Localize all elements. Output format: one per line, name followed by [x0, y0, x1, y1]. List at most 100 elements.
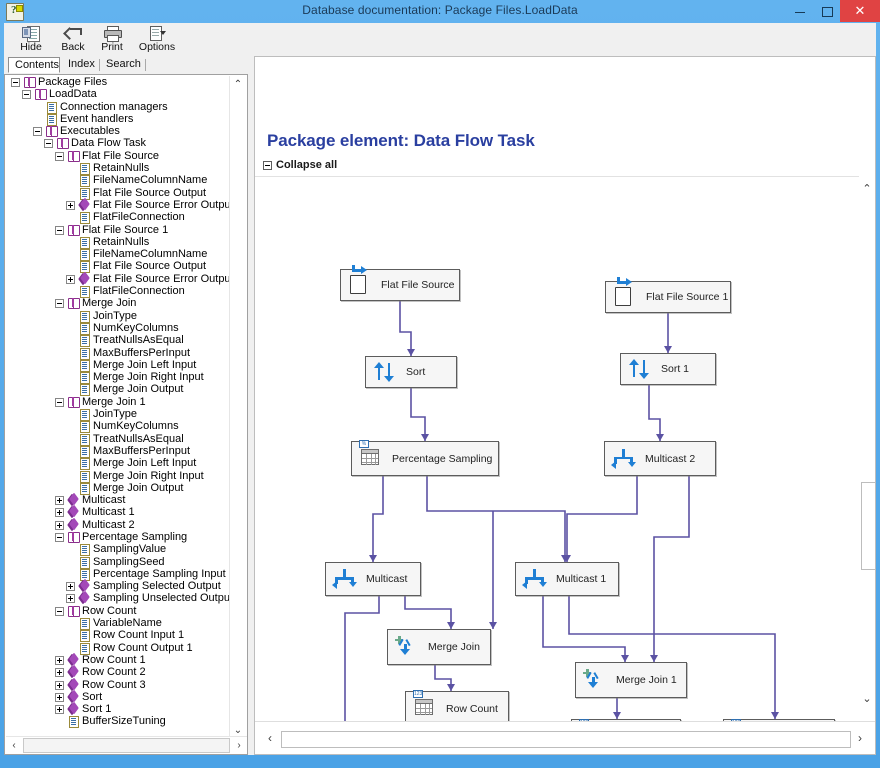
tree-item[interactable]: Connection managers: [6, 101, 231, 113]
options-button[interactable]: Options: [128, 24, 186, 55]
tree-expander-plus-icon[interactable]: [55, 705, 64, 714]
content-vertical-scrollbar[interactable]: ⌃ ⌄: [859, 57, 875, 717]
tree-item[interactable]: FileNameColumnName: [6, 174, 231, 186]
tree-item[interactable]: JoinType: [6, 408, 231, 420]
tree-scroll-up-icon[interactable]: ⌃: [230, 76, 246, 92]
close-button[interactable]: ✕: [840, 0, 880, 22]
tree-vertical-scrollbar[interactable]: ⌃ ⌄: [229, 76, 246, 738]
tree-scroll-right-icon[interactable]: ›: [231, 737, 247, 753]
tree-expander-minus-icon[interactable]: [55, 299, 64, 308]
diagram-node-percentage-sampling[interactable]: %Percentage Sampling: [351, 441, 499, 476]
tree-expander-minus-icon[interactable]: [44, 139, 53, 148]
tree-expander-plus-icon[interactable]: [66, 201, 75, 210]
tree-item[interactable]: RetainNulls: [6, 236, 231, 248]
tree-expander-plus-icon[interactable]: [55, 681, 64, 690]
tree-item[interactable]: Percentage Sampling Input 1: [6, 568, 231, 580]
tree-item[interactable]: MaxBuffersPerInput: [6, 445, 231, 457]
tree-item[interactable]: Merge Join Right Input: [6, 371, 231, 383]
tree-item[interactable]: Flat File Source Output: [6, 260, 231, 272]
tree-expander-plus-icon[interactable]: [66, 594, 75, 603]
tree-hscroll-thumb[interactable]: [23, 738, 230, 753]
tree-item[interactable]: Row Count 1: [6, 654, 231, 666]
tree-scroll-left-icon[interactable]: ‹: [6, 737, 22, 753]
tree-expander-minus-icon[interactable]: [55, 398, 64, 407]
tree-item[interactable]: Sampling Selected Output: [6, 580, 231, 592]
tree-item[interactable]: JoinType: [6, 310, 231, 322]
tree-item[interactable]: LoadData: [6, 88, 231, 100]
diagram-node-multicast[interactable]: Multicast: [325, 562, 421, 596]
tree-item[interactable]: Data Flow Task: [6, 137, 231, 149]
content-hscroll-thumb[interactable]: [281, 731, 851, 748]
diagram-node-flat-file-source-1[interactable]: Flat File Source 1: [605, 281, 731, 313]
minimize-button[interactable]: [786, 0, 813, 22]
tree-expander-minus-icon[interactable]: [55, 226, 64, 235]
tree-item[interactable]: Event handlers: [6, 113, 231, 125]
tree-item[interactable]: Flat File Source Output: [6, 187, 231, 199]
tree-item[interactable]: Row Count Output 1: [6, 642, 231, 654]
tree-expander-plus-icon[interactable]: [66, 582, 75, 591]
maximize-button[interactable]: [813, 0, 840, 22]
tree-horizontal-scrollbar[interactable]: ‹ ›: [6, 736, 247, 753]
content-scroll-left-icon[interactable]: ‹: [261, 729, 279, 747]
tree-item[interactable]: Sampling Unselected Output: [6, 592, 231, 604]
tree-item[interactable]: Multicast: [6, 494, 231, 506]
tab-contents[interactable]: Contents: [8, 57, 60, 73]
hide-button[interactable]: Hide: [8, 24, 54, 55]
tab-index[interactable]: Index: [62, 57, 100, 73]
tree-item[interactable]: MaxBuffersPerInput: [6, 347, 231, 359]
tree-item[interactable]: Flat File Source Error Output: [6, 273, 231, 285]
content-scroll-down-icon[interactable]: ⌄: [859, 689, 875, 707]
tree-item[interactable]: Merge Join Output: [6, 383, 231, 395]
tree-item[interactable]: Row Count 2: [6, 666, 231, 678]
tree-item[interactable]: NumKeyColumns: [6, 420, 231, 432]
tree-item[interactable]: Flat File Source 1: [6, 224, 231, 236]
diagram-node-flat-file-source[interactable]: Flat File Source: [340, 269, 460, 301]
diagram-node-multicast-2[interactable]: Multicast 2: [604, 441, 716, 476]
tree-item[interactable]: Multicast 1: [6, 506, 231, 518]
tree-item[interactable]: Sort: [6, 691, 231, 703]
tree-item[interactable]: SamplingSeed: [6, 556, 231, 568]
tree-item[interactable]: VariableName: [6, 617, 231, 629]
tab-search[interactable]: Search: [100, 57, 146, 73]
tree-item[interactable]: Row Count Input 1: [6, 629, 231, 641]
tree-expander-minus-icon[interactable]: [55, 607, 64, 616]
tree-item[interactable]: Row Count 3: [6, 679, 231, 691]
tree-item[interactable]: Flat File Source: [6, 150, 231, 162]
tree-item[interactable]: TreatNullsAsEqual: [6, 334, 231, 346]
diagram-node-sort-1[interactable]: Sort 1: [620, 353, 716, 385]
tree-expander-plus-icon[interactable]: [55, 693, 64, 702]
tree-item[interactable]: FlatFileConnection: [6, 211, 231, 223]
diagram-node-merge-join-1[interactable]: Merge Join 1: [575, 662, 687, 698]
tree-expander-plus-icon[interactable]: [66, 275, 75, 284]
tree-item[interactable]: Flat File Source Error Output: [6, 199, 231, 211]
tree-item[interactable]: RetainNulls: [6, 162, 231, 174]
tree-item[interactable]: NumKeyColumns: [6, 322, 231, 334]
content-horizontal-scrollbar[interactable]: ‹ ›: [255, 721, 875, 754]
tree-item[interactable]: Merge Join: [6, 297, 231, 309]
content-scroll-up-icon[interactable]: ⌃: [859, 179, 875, 197]
tree-item[interactable]: Sort 1: [6, 703, 231, 715]
tree-item[interactable]: FileNameColumnName: [6, 248, 231, 260]
tree-item[interactable]: Multicast 2: [6, 519, 231, 531]
tree-item[interactable]: Merge Join Right Input: [6, 470, 231, 482]
tree-item[interactable]: SamplingValue: [6, 543, 231, 555]
tree-expander-minus-icon[interactable]: [11, 78, 20, 87]
tree-item[interactable]: Package Files: [6, 76, 231, 88]
tree-expander-plus-icon[interactable]: [55, 496, 64, 505]
tree-expander-minus-icon[interactable]: [55, 533, 64, 542]
diagram-node-sort[interactable]: Sort: [365, 356, 457, 388]
tree-expander-minus-icon[interactable]: [33, 127, 42, 136]
tree-expander-plus-icon[interactable]: [55, 508, 64, 517]
tree-item[interactable]: Merge Join Left Input: [6, 457, 231, 469]
tree-item[interactable]: Merge Join 1: [6, 396, 231, 408]
tree-expander-minus-icon[interactable]: [22, 90, 31, 99]
tree-expander-minus-icon[interactable]: [55, 152, 64, 161]
diagram-node-merge-join[interactable]: Merge Join: [387, 629, 491, 665]
tree-expander-plus-icon[interactable]: [55, 656, 64, 665]
content-scroll-right-icon[interactable]: ›: [851, 729, 869, 747]
tree-item[interactable]: Executables: [6, 125, 231, 137]
tree-expander-plus-icon[interactable]: [55, 668, 64, 677]
tree-item[interactable]: Row Count: [6, 605, 231, 617]
diagram-node-multicast-1[interactable]: Multicast 1: [515, 562, 619, 596]
tree-item[interactable]: FlatFileConnection: [6, 285, 231, 297]
